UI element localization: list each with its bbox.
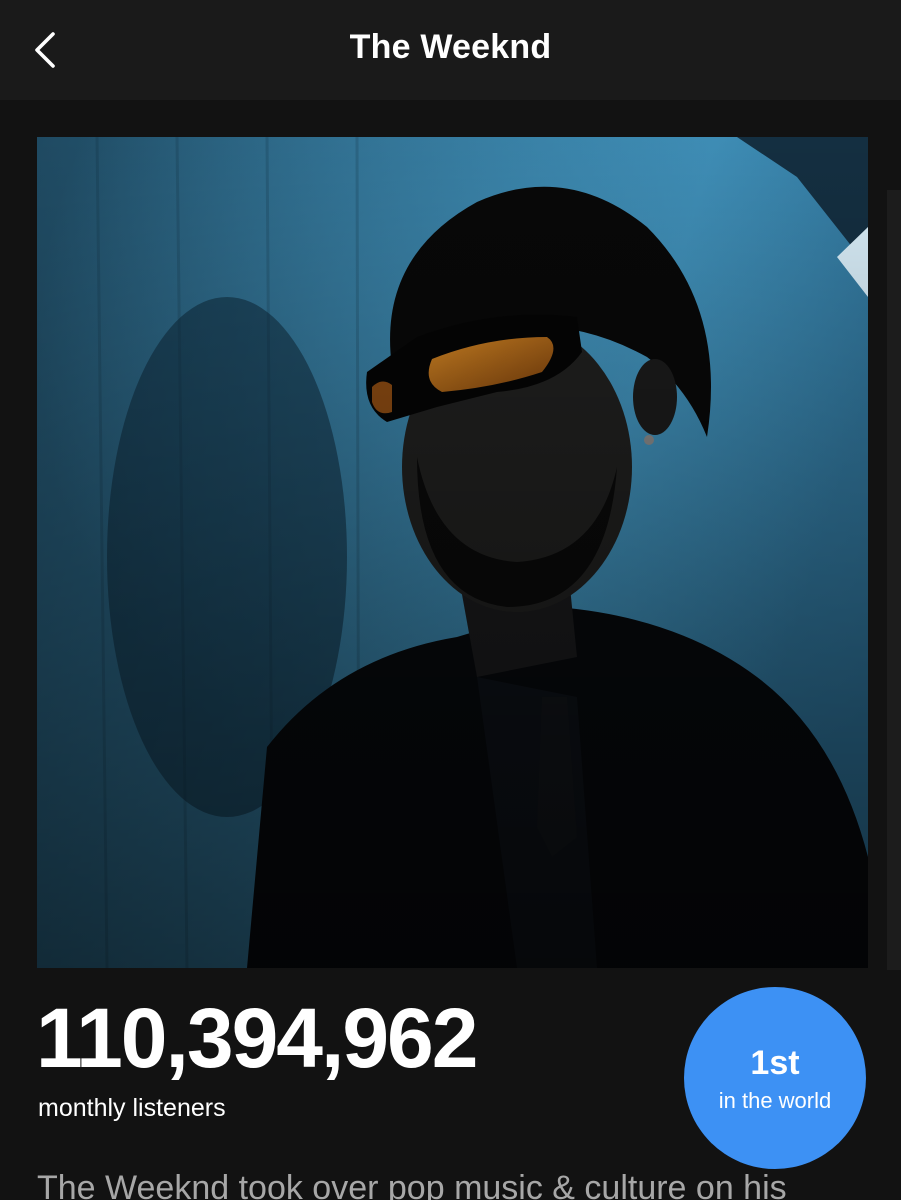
top-bar: The Weeknd	[0, 0, 901, 100]
world-rank-badge: 1st in the world	[684, 987, 866, 1169]
world-rank-value: 1st	[750, 1044, 800, 1082]
page-title: The Weeknd	[349, 28, 552, 66]
artist-about-page: The Weeknd 110,394,962 monthly listeners…	[0, 0, 901, 1200]
monthly-listeners-label: monthly listeners	[38, 1094, 226, 1122]
artist-photo	[37, 137, 868, 968]
world-rank-label: in the world	[718, 1088, 832, 1113]
artist-bio: The Weeknd took over pop music & culture…	[37, 1169, 787, 1200]
monthly-listeners-count: 110,394,962	[36, 991, 478, 1085]
scrollbar[interactable]	[887, 190, 901, 970]
